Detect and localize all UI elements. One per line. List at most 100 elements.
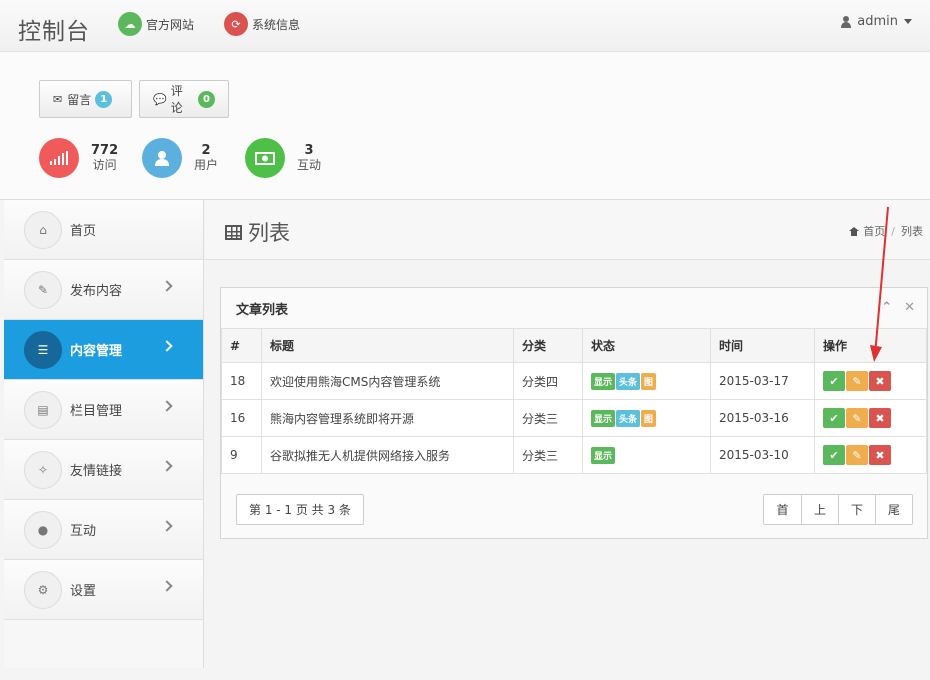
- chevron-right-icon: [161, 520, 173, 532]
- comments-label: 评论: [170, 84, 183, 115]
- tag-image: 图: [641, 409, 657, 427]
- sidebar: ⌂ 首页 ✎ 发布内容 ☰ 内容管理 ▤ 栏目管理 ✧ 友情链接 ● 互动 ⚙ …: [4, 200, 204, 668]
- edit-icon[interactable]: ✎: [846, 371, 868, 391]
- check-icon[interactable]: ✔: [823, 408, 845, 428]
- sidebar-item-publish[interactable]: ✎ 发布内容: [4, 260, 203, 320]
- row-id: 18: [221, 362, 262, 400]
- row-time: 2015-03-16: [710, 399, 815, 437]
- row-time: 2015-03-17: [710, 362, 815, 400]
- visits-label: 访问: [92, 158, 117, 172]
- signal-icon: [39, 138, 79, 178]
- sidebar-item-interaction[interactable]: ● 互动: [4, 500, 203, 560]
- check-icon[interactable]: ✔: [823, 371, 845, 391]
- main-content: 列表 首页 / 列表 文章列表 ⌃ ✕ # 标题 分类 状态 时间 操作 18 …: [205, 200, 930, 668]
- messages-count-badge: 1: [95, 90, 113, 108]
- system-info-label: 系统信息: [252, 17, 301, 32]
- row-time: 2015-03-10: [710, 436, 815, 474]
- page-header: 列表 首页 / 列表: [205, 200, 930, 260]
- table-row: 16 熊海内容管理系统即将开源 分类三 显示 头条图 2015-03-16 ✔ ✎ ✖: [221, 399, 927, 437]
- sidebar-item-label: 首页: [70, 224, 97, 239]
- chevron-right-icon: [161, 340, 173, 352]
- sidebar-item-home[interactable]: ⌂ 首页: [4, 200, 203, 260]
- columns-icon: ▤: [24, 390, 62, 429]
- stat-visits: 772 访问: [39, 138, 118, 178]
- users-label: 用户: [194, 158, 219, 172]
- delete-icon[interactable]: ✖: [869, 408, 891, 428]
- row-title[interactable]: 熊海内容管理系统即将开源: [261, 399, 514, 437]
- official-site-label: 官方网站: [146, 17, 195, 32]
- caret-down-icon: [904, 19, 912, 24]
- page-prev-button[interactable]: 上: [801, 495, 838, 524]
- top-bar: 控制台 ☁ 官方网站 ⟳ 系统信息 admin: [0, 0, 930, 52]
- pagination-info: 第 1 - 1 页 共 3 条: [236, 494, 364, 525]
- col-category-header: 分类: [513, 328, 583, 363]
- user-menu[interactable]: admin: [841, 14, 912, 29]
- edit-icon[interactable]: ✎: [846, 408, 868, 428]
- sidebar-item-settings[interactable]: ⚙ 设置: [4, 560, 203, 620]
- row-id: 9: [221, 436, 262, 474]
- row-category: 分类三: [513, 436, 583, 474]
- page-last-button[interactable]: 尾: [875, 495, 912, 524]
- tag-headline: 头条: [616, 409, 641, 427]
- close-icon[interactable]: ✕: [904, 300, 915, 315]
- article-list-panel: 文章列表 ⌃ ✕ # 标题 分类 状态 时间 操作 18 欢迎使用熊海CMS内容…: [220, 287, 928, 539]
- envelope-icon: ✉: [53, 92, 63, 106]
- sidebar-item-label: 栏目管理: [70, 404, 123, 419]
- sidebar-item-label: 发布内容: [70, 284, 123, 299]
- row-status: 显示 头条图: [582, 362, 711, 400]
- users-value: 2: [201, 143, 211, 158]
- sidebar-item-content-management[interactable]: ☰ 内容管理: [4, 320, 203, 380]
- col-title-header: 标题: [261, 328, 514, 363]
- cogs-icon: ⚙: [24, 570, 62, 609]
- row-title[interactable]: 欢迎使用熊海CMS内容管理系统: [261, 362, 514, 400]
- user-icon: [841, 15, 852, 28]
- page-first-button[interactable]: 首: [764, 495, 801, 524]
- official-site-link[interactable]: ☁ 官方网站: [118, 11, 194, 37]
- chevron-right-icon: [161, 280, 173, 292]
- username: admin: [857, 14, 898, 29]
- comments-button[interactable]: 💬 评论 0: [139, 80, 229, 118]
- breadcrumb-current: 列表: [901, 225, 923, 238]
- home-icon: [849, 226, 860, 236]
- delete-icon[interactable]: ✖: [869, 445, 891, 465]
- interactions-value: 3: [304, 143, 314, 158]
- annotation-arrow-icon: [870, 206, 889, 362]
- page-next-button[interactable]: 下: [838, 495, 875, 524]
- list-icon: ☰: [24, 330, 62, 369]
- sidebar-item-label: 友情链接: [70, 464, 123, 479]
- delete-icon[interactable]: ✖: [869, 371, 891, 391]
- tag-show: 显示: [591, 372, 616, 390]
- table-row: 18 欢迎使用熊海CMS内容管理系统 分类四 显示 头条图 2015-03-17 …: [221, 362, 927, 400]
- sidebar-item-columns[interactable]: ▤ 栏目管理: [4, 380, 203, 440]
- panel-header: 文章列表 ⌃ ✕: [221, 288, 927, 328]
- chevron-right-icon: [161, 580, 173, 592]
- pagination: 首 上 下 尾: [763, 494, 913, 525]
- panel-title: 文章列表: [236, 302, 289, 318]
- col-time-header: 时间: [710, 328, 815, 363]
- messages-button[interactable]: ✉ 留言 1: [39, 80, 132, 118]
- row-actions: ✔ ✎ ✖: [814, 362, 927, 400]
- row-category: 分类四: [513, 362, 583, 400]
- tag-image: 图: [641, 372, 657, 390]
- sidebar-item-label: 互动: [70, 524, 97, 539]
- row-actions: ✔ ✎ ✖: [814, 436, 927, 474]
- edit-icon[interactable]: ✎: [846, 445, 868, 465]
- row-status: 显示 头条图: [582, 399, 711, 437]
- brand-title: 控制台: [18, 19, 90, 45]
- system-info-link[interactable]: ⟳ 系统信息: [224, 11, 300, 37]
- home-icon: ⌂: [24, 210, 62, 249]
- sidebar-item-links[interactable]: ✧ 友情链接: [4, 440, 203, 500]
- comments-icon: 💬: [153, 92, 167, 106]
- user-icon: [142, 138, 182, 178]
- pencil-icon: ✎: [24, 270, 62, 309]
- sidebar-item-label: 设置: [70, 584, 97, 599]
- article-table: # 标题 分类 状态 时间 操作 18 欢迎使用熊海CMS内容管理系统 分类四 …: [221, 328, 927, 474]
- table-icon: [225, 224, 242, 240]
- messages-label: 留言: [67, 92, 92, 107]
- row-id: 16: [221, 399, 262, 437]
- row-title[interactable]: 谷歌拟推无人机提供网络接入服务: [261, 436, 514, 474]
- comment-icon: ●: [24, 510, 62, 549]
- check-icon[interactable]: ✔: [823, 445, 845, 465]
- sidebar-item-label: 内容管理: [70, 344, 123, 359]
- table-header-row: # 标题 分类 状态 时间 操作: [221, 328, 927, 363]
